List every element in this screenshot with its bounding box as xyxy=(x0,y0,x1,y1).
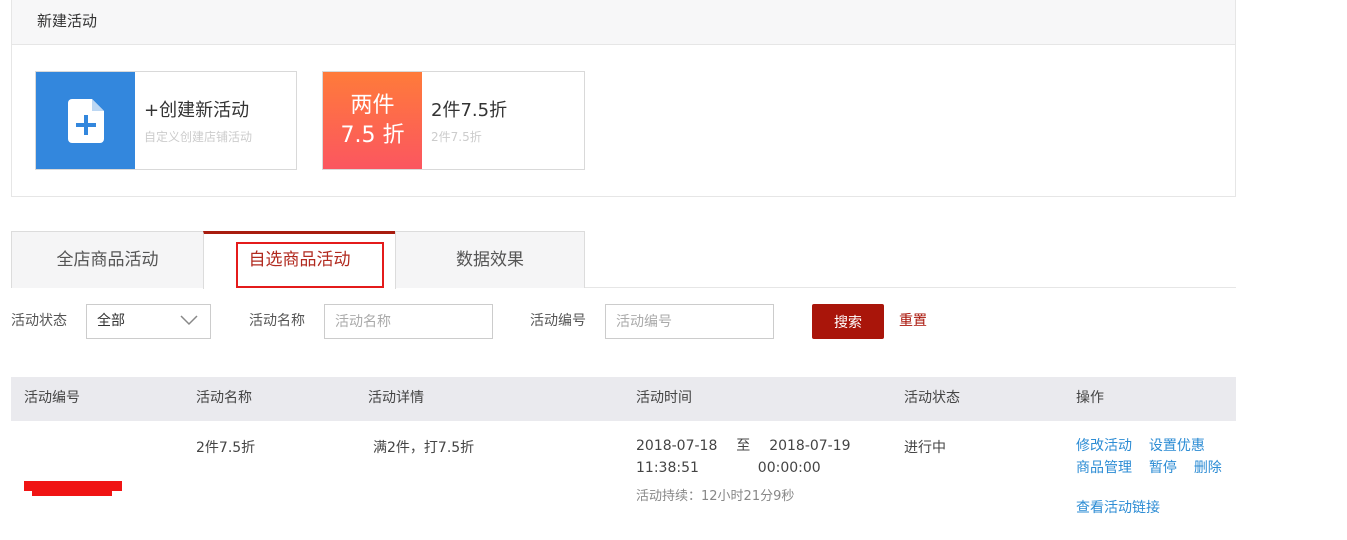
tab-store-activity[interactable]: 全店商品活动 xyxy=(11,231,204,288)
view-activity-link[interactable]: 查看活动链接 xyxy=(1076,500,1160,516)
header-activity-name: 活动名称 xyxy=(196,390,252,406)
two-items-discount-card[interactable]: 两件 7.5 折 2件7.5折 2件7.5折 xyxy=(322,71,585,170)
badge-line-2: 7.5 折 xyxy=(340,122,405,148)
header-activity-id: 活动编号 xyxy=(24,390,80,406)
tab-data-effect[interactable]: 数据效果 xyxy=(395,231,585,288)
reset-button[interactable]: 重置 xyxy=(899,304,927,338)
active-tab-highlight-box xyxy=(236,242,384,288)
delete-link[interactable]: 删除 xyxy=(1194,460,1222,476)
end-time: 00:00:00 xyxy=(757,460,821,476)
chevron-down-icon xyxy=(180,315,198,326)
redacted-activity-id xyxy=(24,481,122,491)
header-activity-detail: 活动详情 xyxy=(368,390,424,406)
row-activity-name: 2件7.5折 xyxy=(196,440,256,456)
new-activity-panel: 新建活动 +创建新活动 自定义创建店铺活动 两件 7.5 折 2件7.5折 2件… xyxy=(11,0,1236,197)
start-date: 2018-07-18 xyxy=(636,438,718,454)
create-activity-card[interactable]: +创建新活动 自定义创建店铺活动 xyxy=(35,71,297,170)
badge-line-1: 两件 xyxy=(350,92,395,118)
row-activity-time: 2018-07-18 至 2018-07-19 11:38:51 00:00:0… xyxy=(636,435,851,504)
row-activity-status: 进行中 xyxy=(904,440,946,456)
search-button[interactable]: 搜索 xyxy=(812,304,884,339)
discount-card-title: 2件7.5折 xyxy=(431,100,508,121)
row-activity-detail: 满2件，打7.5折 xyxy=(373,440,475,456)
name-label: 活动名称 xyxy=(249,313,305,329)
filter-bar: 活动状态 全部 活动名称 活动编号 搜索 重置 xyxy=(11,304,1236,339)
table-header: 活动编号 活动名称 活动详情 活动时间 活动状态 操作 xyxy=(11,377,1236,421)
discount-card-subtitle: 2件7.5折 xyxy=(431,130,482,144)
set-discount-link[interactable]: 设置优惠 xyxy=(1149,438,1205,454)
start-time: 11:38:51 xyxy=(636,460,699,476)
header-activity-status: 活动状态 xyxy=(904,390,960,406)
create-activity-subtitle: 自定义创建店铺活动 xyxy=(144,130,253,144)
header-actions: 操作 xyxy=(1076,390,1104,406)
status-select[interactable]: 全部 xyxy=(86,304,211,339)
activity-name-input[interactable] xyxy=(324,304,493,339)
end-date: 2018-07-19 xyxy=(769,438,851,454)
header-activity-time: 活动时间 xyxy=(636,390,692,406)
activity-table: 活动编号 活动名称 活动详情 活动时间 活动状态 操作 2件7.5折 满2件，打… xyxy=(11,377,1236,540)
pause-link[interactable]: 暂停 xyxy=(1149,460,1177,476)
activity-id-input[interactable] xyxy=(605,304,774,339)
add-document-icon xyxy=(36,72,135,169)
to-separator: 至 xyxy=(736,438,751,454)
status-select-value: 全部 xyxy=(97,313,125,329)
create-activity-title: +创建新活动 xyxy=(144,100,250,121)
id-label: 活动编号 xyxy=(530,313,586,329)
activity-tabs: 全店商品活动 自选商品活动 数据效果 xyxy=(11,231,1236,289)
panel-title: 新建活动 xyxy=(12,0,1235,45)
activity-duration: 活动持续：12小时21分9秒 xyxy=(636,489,795,504)
table-row: 2件7.5折 满2件，打7.5折 2018-07-18 至 2018-07-19… xyxy=(11,421,1236,540)
discount-badge: 两件 7.5 折 xyxy=(323,72,422,169)
goods-management-link[interactable]: 商品管理 xyxy=(1076,460,1132,476)
status-label: 活动状态 xyxy=(11,313,67,329)
redacted-activity-id-tail xyxy=(32,491,112,496)
edit-activity-link[interactable]: 修改活动 xyxy=(1076,438,1132,454)
row-actions: 修改活动 设置优惠 商品管理 暂停 删除 查看活动链接 xyxy=(1076,435,1222,519)
